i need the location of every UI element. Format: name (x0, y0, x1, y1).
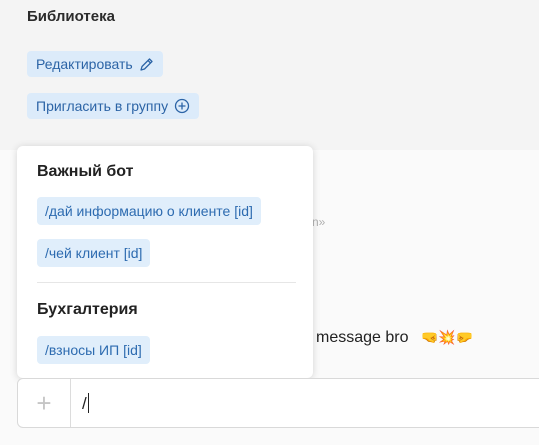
message-text: message bro (316, 329, 409, 346)
message-input[interactable]: / (82, 393, 89, 414)
add-attachment-button[interactable]: + (18, 379, 71, 427)
edit-button[interactable]: Редактировать (27, 51, 163, 77)
edit-button-label: Редактировать (36, 56, 133, 72)
plus-circle-icon (174, 98, 190, 114)
command-ip-fees[interactable]: /взносы ИП [id] (37, 336, 150, 364)
text-caret (87, 393, 89, 413)
invite-button-label: Пригласить в группу (36, 98, 169, 114)
library-title: Библиотека (27, 8, 115, 25)
message-input-value: / (82, 394, 87, 413)
quote-fragment: n» (312, 215, 326, 229)
plus-icon: + (36, 387, 52, 418)
command-whose-client[interactable]: /чей клиент [id] (37, 239, 151, 267)
invite-to-group-button[interactable]: Пригласить в группу (27, 93, 200, 119)
message-composer: + / (17, 378, 539, 428)
group-divider (37, 282, 296, 283)
library-panel: Библиотека Редактировать Пригласить в гр… (0, 0, 539, 150)
pencil-icon (139, 57, 154, 72)
command-client-info[interactable]: /дай информацию о клиенте [id] (37, 197, 261, 225)
message-emojis: 🤜💥🤛 (421, 329, 474, 345)
group-title-accounting: Бухгалтерия (37, 301, 138, 318)
commands-popup: Важный бот /дай информацию о клиенте [id… (17, 146, 313, 378)
group-title-important-bot: Важный бот (37, 163, 134, 180)
